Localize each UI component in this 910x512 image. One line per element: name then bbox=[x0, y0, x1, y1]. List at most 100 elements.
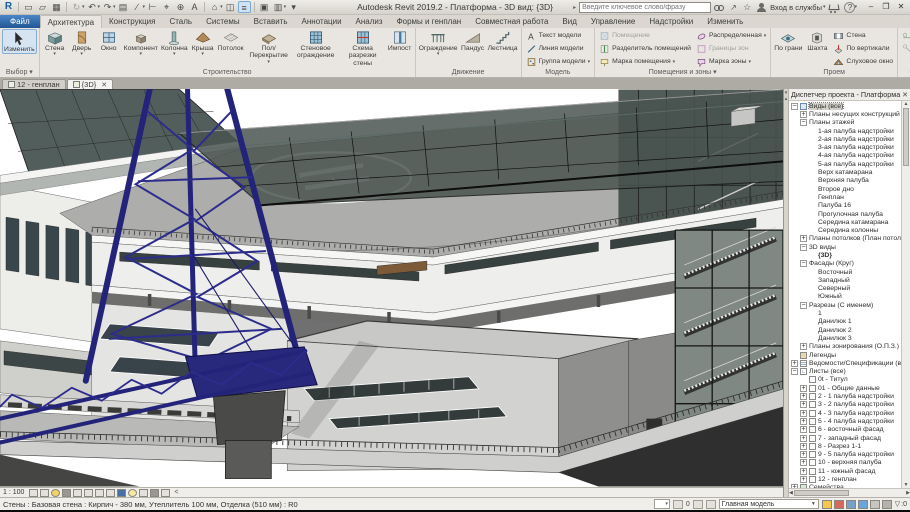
expand-icon[interactable]: + bbox=[800, 235, 807, 242]
tree-item[interactable]: Восточный bbox=[789, 268, 901, 276]
tree-item[interactable]: Легенды bbox=[789, 351, 901, 359]
print-icon[interactable]: ▤ bbox=[117, 1, 130, 13]
tree-item[interactable]: Верх катамарана bbox=[789, 168, 901, 176]
линия-модели-button[interactable]: Линия модели bbox=[524, 42, 593, 55]
tree-item[interactable]: 5-ая палуба надстройки bbox=[789, 160, 901, 168]
tree-item[interactable]: Генплан bbox=[789, 193, 901, 201]
expand-icon[interactable]: + bbox=[791, 360, 798, 367]
ribbon-tab-Вид[interactable]: Вид bbox=[555, 15, 583, 28]
tree-item[interactable]: +5 - 4 палуба надстройки bbox=[789, 417, 901, 425]
tree-item[interactable]: Середина колонны bbox=[789, 226, 901, 234]
tree-item[interactable]: Верхняя палуба bbox=[789, 177, 901, 185]
стена-button[interactable]: Стена bbox=[831, 29, 895, 42]
app-store-icon[interactable] bbox=[828, 2, 839, 13]
worksets-icon[interactable] bbox=[822, 500, 832, 509]
default-3d-view-caret-icon[interactable]: ▾ bbox=[220, 4, 223, 10]
expand-icon[interactable]: + bbox=[800, 435, 807, 442]
tree-item[interactable]: +11 - южный фасад bbox=[789, 467, 901, 475]
synchronize-icon[interactable]: ↻ bbox=[70, 1, 83, 13]
expand-icon[interactable]: + bbox=[800, 476, 807, 483]
reveal-constraints-icon[interactable] bbox=[161, 489, 170, 497]
help-search-input[interactable] bbox=[579, 2, 711, 13]
по-грани-button[interactable]: По грани bbox=[773, 29, 803, 52]
tree-item[interactable]: Середина катамарана bbox=[789, 218, 901, 226]
tree-item[interactable]: +10 - верхняя палуба bbox=[789, 459, 901, 467]
collapse-icon[interactable]: − bbox=[800, 260, 807, 267]
expand-icon[interactable]: + bbox=[800, 459, 807, 466]
tree-item[interactable]: +6 - восточный фасад bbox=[789, 426, 901, 434]
thin-lines-icon[interactable]: ≡ bbox=[238, 1, 251, 13]
ribbon-tab-Вставить[interactable]: Вставить bbox=[247, 15, 295, 28]
search-icon[interactable] bbox=[714, 2, 725, 13]
expand-icon[interactable]: + bbox=[800, 410, 807, 417]
detail-level-icon[interactable] bbox=[29, 489, 38, 497]
стеновое-ограждение-button[interactable]: Стеновое ограждение bbox=[293, 29, 339, 60]
collapse-icon[interactable]: − bbox=[800, 119, 807, 126]
схема-разрезки-стены-button[interactable]: Схема разрезки стены bbox=[340, 29, 386, 67]
распределенная-button[interactable]: Распределенная▾ bbox=[694, 29, 768, 42]
sun-path-icon[interactable] bbox=[51, 489, 60, 497]
tree-item[interactable]: +2 - 1 палуба надстройки bbox=[789, 392, 901, 400]
ribbon-tab-Аннотации[interactable]: Аннотации bbox=[295, 15, 349, 28]
expand-icon[interactable]: + bbox=[800, 401, 807, 408]
search-collapse-icon[interactable]: ▸ bbox=[573, 4, 576, 11]
expand-icon[interactable]: + bbox=[800, 385, 807, 392]
tree-item[interactable]: −Фасады (Круг) bbox=[789, 260, 901, 268]
temporary-hide-isolate-icon[interactable] bbox=[117, 489, 126, 497]
tree-item[interactable]: Данилюк 2 bbox=[789, 326, 901, 334]
шахта-button[interactable]: Шахта bbox=[804, 29, 830, 52]
view-tab-close-icon[interactable]: ✕ bbox=[101, 81, 107, 89]
ribbon-tab-Формы и генплан[interactable]: Формы и генплан bbox=[390, 15, 469, 28]
изменить-button[interactable]: Изменить bbox=[2, 29, 37, 54]
minimize-button[interactable]: – bbox=[864, 1, 878, 13]
scroll-left-icon[interactable]: ◀ bbox=[789, 490, 793, 496]
tree-item[interactable]: 1 bbox=[789, 309, 901, 317]
tree-item[interactable]: Северный bbox=[789, 285, 901, 293]
импост-button[interactable]: Импост bbox=[387, 29, 413, 52]
tree-item[interactable]: Данилюк 1 bbox=[789, 318, 901, 326]
expand-icon[interactable]: + bbox=[800, 343, 807, 350]
tree-item[interactable]: Палуба 16 bbox=[789, 202, 901, 210]
project-browser-close-icon[interactable]: ✕ bbox=[902, 91, 908, 99]
render-icon[interactable] bbox=[73, 489, 82, 497]
redo-caret-icon[interactable]: ▾ bbox=[113, 4, 116, 10]
expand-icon[interactable]: + bbox=[800, 418, 807, 425]
tree-item[interactable]: Второе дно bbox=[789, 185, 901, 193]
tree-item[interactable]: 1-ая палуба надстройки bbox=[789, 127, 901, 135]
reveal-hidden-icon[interactable] bbox=[128, 489, 137, 497]
expand-icon[interactable]: + bbox=[800, 111, 807, 118]
account-icon[interactable] bbox=[756, 2, 767, 13]
ribbon-tab-Системы[interactable]: Системы bbox=[199, 15, 247, 28]
close-hidden-windows-icon[interactable]: ▣ bbox=[258, 1, 271, 13]
ribbon-tab-Управление[interactable]: Управление bbox=[584, 15, 642, 28]
expand-icon[interactable]: + bbox=[800, 426, 807, 433]
tree-item[interactable]: −Разрезы (С именем) bbox=[789, 301, 901, 309]
save-icon[interactable]: ▦ bbox=[50, 1, 63, 13]
show-crop-icon[interactable] bbox=[95, 489, 104, 497]
tree-item[interactable]: −3D виды bbox=[789, 243, 901, 251]
дверь-button[interactable]: Дверь▾ bbox=[69, 29, 95, 56]
tag-icon[interactable]: ⌖ bbox=[160, 1, 173, 13]
restore-button[interactable]: ❐ bbox=[879, 1, 893, 13]
марка-зоны-button[interactable]: Марка зоны▾ bbox=[694, 55, 768, 68]
text-icon[interactable]: A bbox=[188, 1, 201, 13]
open-icon[interactable]: ▱ bbox=[36, 1, 49, 13]
компонент-button[interactable]: Компонент▾ bbox=[123, 29, 159, 56]
exclude-options-icon[interactable] bbox=[706, 500, 716, 509]
panel-expand-icon[interactable]: ▴ bbox=[785, 96, 788, 102]
help-icon[interactable] bbox=[842, 2, 853, 13]
tree-item[interactable]: 3-ая палуба надстройки bbox=[789, 143, 901, 151]
ribbon-tab-Надстройки[interactable]: Надстройки bbox=[642, 15, 700, 28]
tree-item[interactable]: 4-ая палуба надстройки bbox=[789, 152, 901, 160]
текст-модели-button[interactable]: AТекст модели bbox=[524, 29, 593, 42]
expand-icon[interactable]: + bbox=[800, 393, 807, 400]
ограждение-button[interactable]: Ограждение▾ bbox=[418, 29, 459, 56]
ribbon-tab-Сталь[interactable]: Сталь bbox=[162, 15, 199, 28]
visual-style-icon[interactable] bbox=[40, 489, 49, 497]
пол-перекрытие-button[interactable]: Пол/Перекрытие▾ bbox=[246, 29, 292, 64]
tree-item[interactable]: +01 - Общие данные bbox=[789, 384, 901, 392]
unlock-view-icon[interactable] bbox=[106, 489, 115, 497]
section-icon[interactable]: ◫ bbox=[224, 1, 237, 13]
стена-button[interactable]: Стена▾ bbox=[42, 29, 68, 56]
displacement-icon[interactable] bbox=[150, 489, 159, 497]
